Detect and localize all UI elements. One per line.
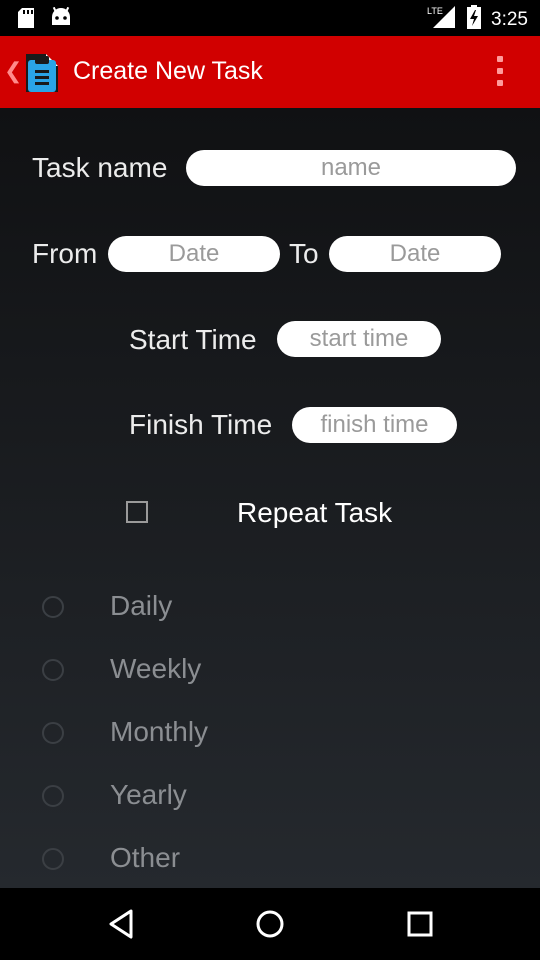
from-date-input[interactable]: [108, 236, 280, 272]
radio-label: Other: [110, 842, 181, 873]
clock: 3:25: [491, 8, 528, 30]
app-bar: ❮ Create New Task: [0, 36, 540, 108]
back-chevron-icon[interactable]: ❮: [4, 58, 22, 84]
clipboard-icon[interactable]: [24, 48, 60, 99]
battery-charging-icon: [467, 5, 482, 34]
radio-option-yearly[interactable]: Yearly: [0, 773, 540, 823]
page-title: Create New Task: [73, 57, 263, 85]
radio-button[interactable]: [42, 596, 64, 618]
start-time-label: Start Time: [129, 324, 257, 355]
back-icon[interactable]: [106, 908, 136, 945]
radio-option-daily[interactable]: Daily: [0, 584, 540, 634]
task-name-input[interactable]: [186, 150, 516, 186]
radio-label: Weekly: [110, 653, 202, 684]
radio-label: Daily: [110, 590, 173, 621]
signal-icon: LTE: [427, 5, 457, 34]
sd-card-icon: [16, 7, 36, 34]
radio-option-monthly[interactable]: Monthly: [0, 710, 540, 760]
radio-button[interactable]: [42, 785, 64, 807]
recents-icon[interactable]: [406, 910, 434, 943]
task-name-label: Task name: [32, 152, 168, 183]
repeat-task-label[interactable]: Repeat Task: [237, 497, 392, 529]
repeat-task-checkbox[interactable]: [126, 501, 148, 523]
navigation-bar: [0, 888, 540, 960]
radio-button[interactable]: [42, 848, 64, 870]
radio-option-weekly[interactable]: Weekly: [0, 647, 540, 697]
radio-label: Yearly: [110, 779, 187, 810]
radio-option-other[interactable]: Other: [0, 836, 540, 886]
radio-button[interactable]: [42, 722, 64, 744]
from-label: From: [32, 238, 98, 269]
to-label: To: [289, 238, 319, 269]
radio-button[interactable]: [42, 659, 64, 681]
home-icon[interactable]: [255, 909, 285, 944]
task-form: Task name From To Start Time Finish Time…: [0, 108, 540, 888]
finish-time-input[interactable]: [292, 407, 457, 443]
finish-time-label: Finish Time: [129, 409, 273, 440]
start-time-input[interactable]: [277, 321, 441, 357]
status-bar: LTE 3:25: [0, 0, 540, 36]
android-icon: [50, 6, 72, 34]
radio-label: Monthly: [110, 716, 209, 747]
to-date-input[interactable]: [329, 236, 501, 272]
overflow-menu-icon[interactable]: [490, 56, 510, 90]
network-type: LTE: [427, 6, 443, 16]
